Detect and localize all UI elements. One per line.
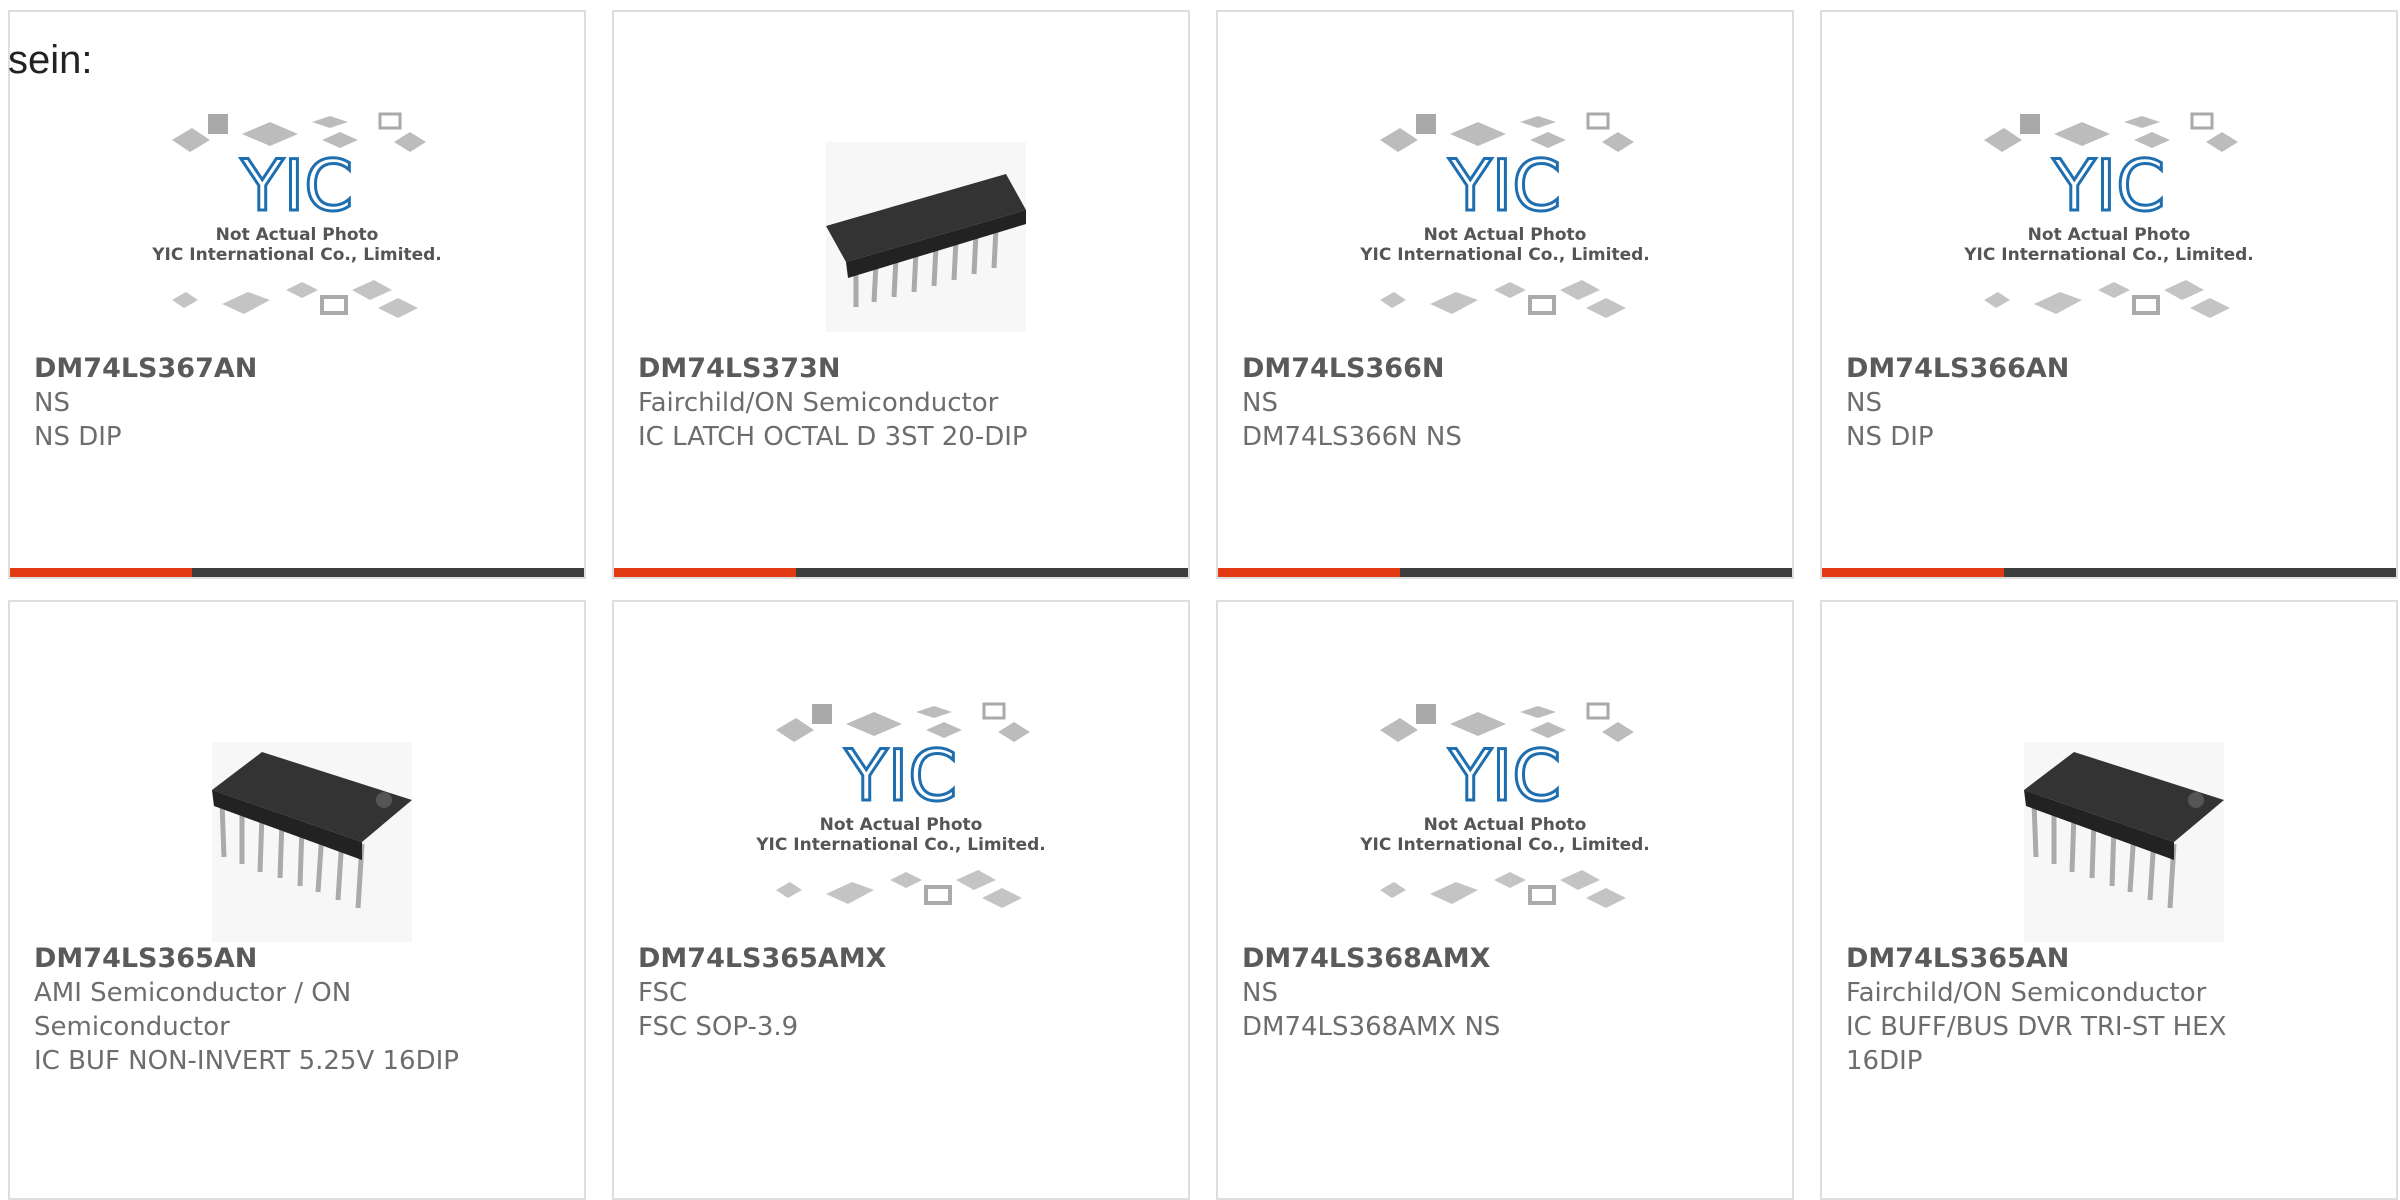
product-grid: YIC Not Actual Photo YIC International C… xyxy=(8,10,2398,579)
dip-chip-icon xyxy=(212,742,412,942)
manufacturer: NS xyxy=(34,388,70,418)
dip-chip-icon xyxy=(826,142,1026,332)
product-card[interactable]: YIC Not Actual Photo YIC International C… xyxy=(1216,600,1794,1200)
svg-text:Not Actual Photo: Not Actual Photo xyxy=(1424,225,1587,245)
description: IC BUF NON-INVERT 5.25V 16DIP xyxy=(34,1046,459,1076)
manufacturer: Fairchild/ON Semiconductor xyxy=(638,388,999,418)
product-card[interactable]: YIC Not Actual Photo YIC International C… xyxy=(1216,10,1794,579)
placeholder-image[interactable]: YIC Not Actual Photo YIC International C… xyxy=(1360,92,1650,352)
svg-text:YIC International Co., Limited: YIC International Co., Limited. xyxy=(756,835,1046,855)
placeholder-image[interactable]: YIC Not Actual Photo YIC International C… xyxy=(1964,92,2254,352)
product-card[interactable]: DM74LS373N Fairchild/ON Semiconductor IC… xyxy=(612,10,1190,579)
part-number-link[interactable]: DM74LS365AN xyxy=(1846,942,2366,976)
accent-bar xyxy=(10,568,192,577)
description: DM74LS368AMX NS xyxy=(1242,1012,1501,1042)
manufacturer: FSC xyxy=(638,978,688,1008)
yic-logo-icon: YIC xyxy=(240,145,353,227)
product-card[interactable]: YIC Not Actual Photo YIC International C… xyxy=(8,10,586,579)
svg-text:YIC International Co., Limited: YIC International Co., Limited. xyxy=(1360,835,1650,855)
part-number-link[interactable]: DM74LS367AN xyxy=(34,352,554,386)
card-bottom-bar xyxy=(1218,568,1792,577)
product-info: DM74LS367AN NS NS DIP xyxy=(34,352,554,454)
intro-text: sein: xyxy=(8,38,93,82)
product-info: DM74LS365AMX FSC FSC SOP-3.9 xyxy=(638,942,1158,1044)
yic-logo-icon: YIC xyxy=(844,735,957,817)
part-number-link[interactable]: DM74LS373N xyxy=(638,352,1158,386)
svg-text:Not Actual Photo: Not Actual Photo xyxy=(2028,225,2191,245)
manufacturer: NS xyxy=(1242,978,1278,1008)
placeholder-image[interactable]: YIC Not Actual Photo YIC International C… xyxy=(152,92,442,352)
svg-text:YIC International Co., Limited: YIC International Co., Limited. xyxy=(1360,245,1650,265)
product-image[interactable] xyxy=(152,682,442,942)
card-bottom-bar xyxy=(10,568,584,577)
product-grid-row-2: DM74LS365AN AMI Semiconductor / ON Semic… xyxy=(8,600,2398,1200)
yic-logo-icon: YIC xyxy=(1448,735,1561,817)
svg-text:Not Actual Photo: Not Actual Photo xyxy=(1424,815,1587,835)
product-image[interactable] xyxy=(1964,682,2254,942)
product-info: DM74LS365AN Fairchild/ON Semiconductor I… xyxy=(1846,942,2366,1078)
accent-bar xyxy=(1218,568,1400,577)
product-info: DM74LS366N NS DM74LS366N NS xyxy=(1242,352,1762,454)
card-bottom-bar xyxy=(614,568,1188,577)
yic-logo-icon: YIC xyxy=(2052,145,2165,227)
product-image[interactable] xyxy=(756,92,1046,352)
description: IC LATCH OCTAL D 3ST 20-DIP xyxy=(638,422,1028,452)
product-info: DM74LS365AN AMI Semiconductor / ON Semic… xyxy=(34,942,554,1078)
product-info: DM74LS368AMX NS DM74LS368AMX NS xyxy=(1242,942,1762,1044)
product-card[interactable]: YIC Not Actual Photo YIC International C… xyxy=(612,600,1190,1200)
description: NS DIP xyxy=(1846,422,1934,452)
accent-bar xyxy=(1822,568,2004,577)
description: DM74LS366N NS xyxy=(1242,422,1462,452)
product-card[interactable]: DM74LS365AN Fairchild/ON Semiconductor I… xyxy=(1820,600,2398,1200)
product-card[interactable]: DM74LS365AN AMI Semiconductor / ON Semic… xyxy=(8,600,586,1200)
svg-text:Not Actual Photo: Not Actual Photo xyxy=(216,225,379,245)
svg-text:YIC International Co., Limited: YIC International Co., Limited. xyxy=(1964,245,2254,265)
svg-text:YIC International Co., Limited: YIC International Co., Limited. xyxy=(152,245,442,265)
part-number-link[interactable]: DM74LS366N xyxy=(1242,352,1762,386)
accent-bar xyxy=(614,568,796,577)
manufacturer: NS xyxy=(1846,388,1882,418)
manufacturer: AMI Semiconductor / ON Semiconductor xyxy=(34,978,352,1042)
description: IC BUFF/BUS DVR TRI-ST HEX 16DIP xyxy=(1846,1012,2227,1076)
manufacturer: Fairchild/ON Semiconductor xyxy=(1846,978,2207,1008)
product-info: DM74LS373N Fairchild/ON Semiconductor IC… xyxy=(638,352,1158,454)
placeholder-image[interactable]: YIC Not Actual Photo YIC International C… xyxy=(756,682,1046,942)
part-number-link[interactable]: DM74LS368AMX xyxy=(1242,942,1762,976)
part-number-link[interactable]: DM74LS365AMX xyxy=(638,942,1158,976)
description: FSC SOP-3.9 xyxy=(638,1012,799,1042)
card-bottom-bar xyxy=(1822,568,2396,577)
dip-chip-icon xyxy=(2024,742,2224,942)
manufacturer: NS xyxy=(1242,388,1278,418)
description: NS DIP xyxy=(34,422,122,452)
product-info: DM74LS366AN NS NS DIP xyxy=(1846,352,2366,454)
part-number-link[interactable]: DM74LS366AN xyxy=(1846,352,2366,386)
svg-text:Not Actual Photo: Not Actual Photo xyxy=(820,815,983,835)
placeholder-image[interactable]: YIC Not Actual Photo YIC International C… xyxy=(1360,682,1650,942)
product-card[interactable]: YIC Not Actual Photo YIC International C… xyxy=(1820,10,2398,579)
part-number-link[interactable]: DM74LS365AN xyxy=(34,942,554,976)
yic-logo-icon: YIC xyxy=(1448,145,1561,227)
